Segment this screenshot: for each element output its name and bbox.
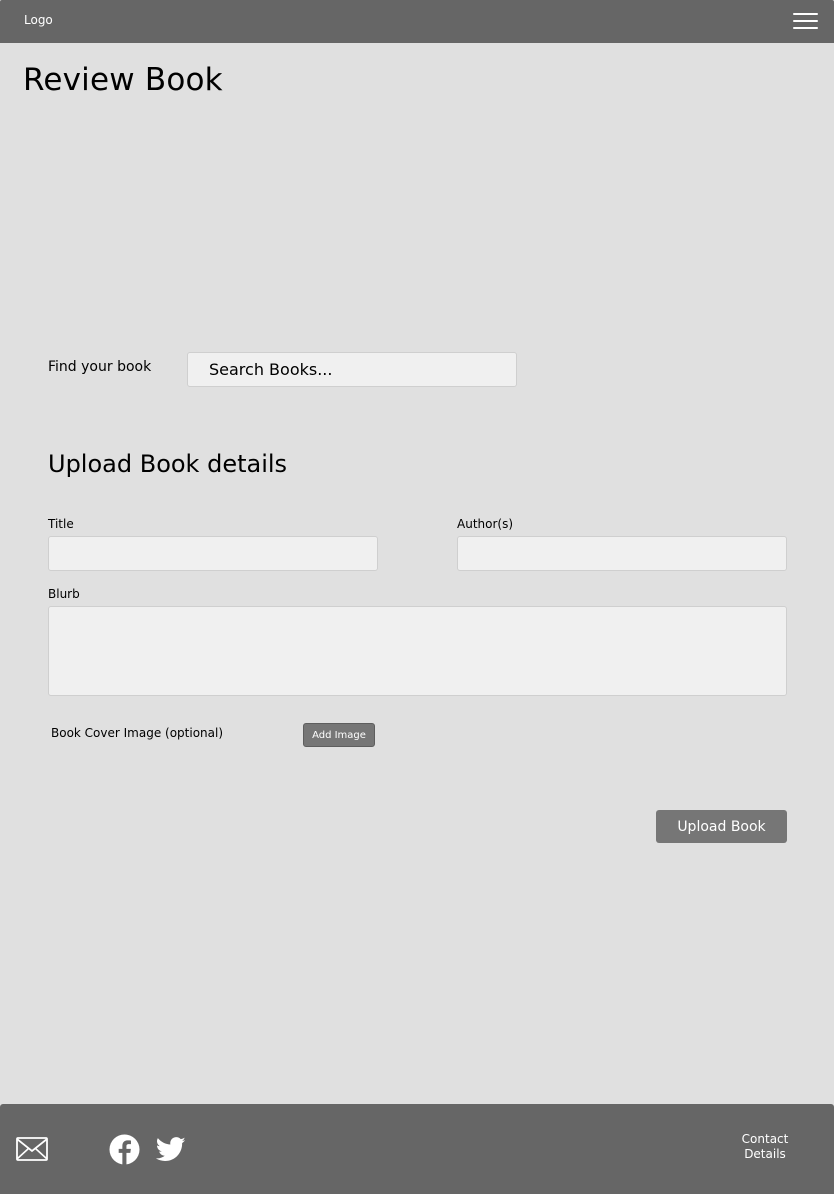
twitter-icon[interactable] bbox=[156, 1137, 186, 1162]
footer: Contact Details bbox=[0, 1104, 834, 1194]
search-books-input[interactable] bbox=[187, 352, 517, 387]
blurb-label: Blurb bbox=[48, 587, 80, 601]
page-title: Review Book bbox=[23, 62, 223, 98]
cover-image-label: Book Cover Image (optional) bbox=[51, 726, 224, 740]
review-book-page: Logo Review Book Find your book Upload B… bbox=[0, 0, 834, 1194]
title-input[interactable] bbox=[48, 536, 378, 571]
contact-line-2: Details bbox=[744, 1147, 786, 1161]
find-book-label: Find your book bbox=[48, 359, 152, 375]
top-bar: Logo bbox=[0, 0, 834, 43]
facebook-icon[interactable] bbox=[109, 1134, 140, 1165]
logo[interactable]: Logo bbox=[24, 13, 53, 27]
contact-line-1: Contact bbox=[741, 1132, 789, 1146]
add-image-button[interactable]: Add Image bbox=[303, 723, 375, 747]
hamburger-menu-icon[interactable] bbox=[793, 11, 819, 31]
upload-book-button[interactable]: Upload Book bbox=[656, 810, 787, 843]
upload-section-title: Upload Book details bbox=[48, 450, 288, 478]
author-label: Author(s) bbox=[457, 517, 514, 531]
blurb-textarea[interactable] bbox=[48, 606, 787, 696]
author-input[interactable] bbox=[457, 536, 787, 571]
mail-icon[interactable] bbox=[16, 1137, 48, 1161]
title-label: Title bbox=[48, 517, 74, 531]
contact-details-link[interactable]: Contact Details bbox=[726, 1132, 804, 1162]
